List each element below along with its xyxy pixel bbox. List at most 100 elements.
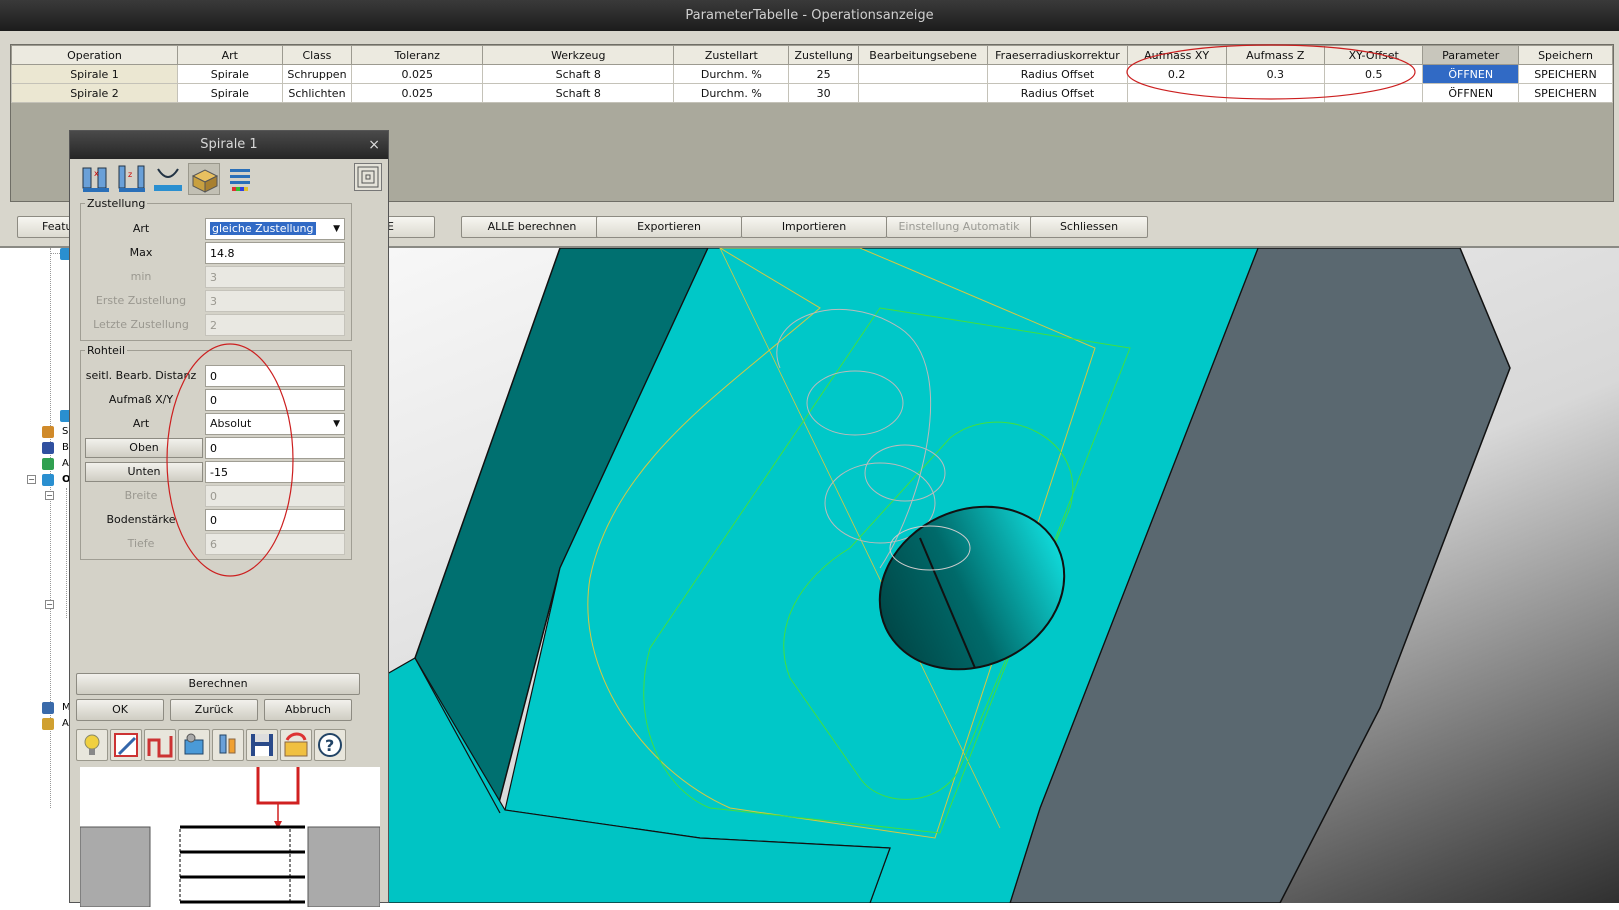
feature-tree[interactable]: S B A − O − − M A [0, 248, 72, 903]
z-step-icon[interactable]: z [116, 163, 148, 195]
tool-library-icon[interactable] [212, 729, 244, 761]
zustellung-art-dropdown[interactable]: gleiche Zustellung ▼ [205, 218, 345, 240]
spiral-preview-icon[interactable] [354, 163, 382, 191]
chevron-down-icon: ▼ [333, 419, 340, 429]
cell-art[interactable]: Spirale [177, 64, 283, 84]
cell-bearbeitungsebene[interactable] [857, 64, 989, 84]
red-annotation-ellipse [1126, 44, 1416, 100]
column-header[interactable]: Operation [11, 45, 178, 65]
max-input[interactable] [205, 242, 345, 264]
tree-item-label: S [62, 426, 69, 437]
importieren-button[interactable]: Importieren [741, 216, 887, 238]
column-header[interactable]: Art [177, 45, 283, 65]
cell-class[interactable]: Schruppen [281, 64, 353, 84]
tree-item-label: B [62, 442, 69, 453]
exportieren-button[interactable]: Exportieren [596, 216, 742, 238]
art-label: Art [132, 222, 150, 235]
help-icon[interactable]: ? [314, 729, 346, 761]
schliessen-button[interactable]: Schliessen [1030, 216, 1148, 238]
open-parameter-button[interactable]: ÖFFNEN [1422, 64, 1520, 84]
edit-icon[interactable] [110, 729, 142, 761]
machine-icon [42, 702, 54, 714]
group-legend: Zustellung [87, 197, 146, 210]
tree-item-label: A [62, 458, 69, 469]
column-header[interactable]: Zustellart [673, 45, 790, 65]
operations-icon [42, 474, 54, 486]
save-parameter-button[interactable]: SPEICHERN [1518, 64, 1613, 84]
cell-operation[interactable]: Spirale 1 [11, 64, 178, 84]
ok-button[interactable]: OK [76, 699, 164, 721]
column-header[interactable]: Parameter [1422, 45, 1520, 65]
column-header[interactable]: Speichern [1518, 45, 1613, 65]
cell-zustellung[interactable]: 30 [788, 83, 859, 103]
document-icon [42, 718, 54, 730]
stock-block-icon[interactable] [188, 163, 220, 195]
cell-fraeserradiuskorrektur[interactable]: Radius Offset [987, 83, 1128, 103]
tree-item-label: A [62, 718, 69, 729]
dropdown-value: gleiche Zustellung [210, 222, 316, 235]
chevron-down-icon: ▼ [333, 224, 340, 234]
berechnen-button[interactable]: Berechnen [76, 673, 360, 695]
max-label: Max [129, 246, 153, 259]
erste-zustellung-input [205, 290, 345, 312]
dialog-titlebar: Spirale 1 × [70, 131, 388, 159]
dialog-icon-bar: ? [76, 729, 366, 763]
min-input [205, 266, 345, 288]
svg-text:?: ? [325, 736, 334, 755]
tree-collapse-toggle[interactable]: − [27, 475, 36, 484]
group-legend: Rohteil [87, 344, 126, 357]
dialog-title: Spirale 1 [200, 137, 258, 152]
column-header[interactable]: Toleranz [351, 45, 484, 65]
zurueck-button[interactable]: Zurück [170, 699, 258, 721]
cell-class[interactable]: Schlichten [281, 83, 353, 103]
cell-toleranz[interactable]: 0.025 [351, 64, 484, 84]
min-label: min [130, 270, 152, 283]
cell-zustellart[interactable]: Durchm. % [673, 64, 790, 84]
cell-werkzeug[interactable]: Schaft 8 [482, 83, 675, 103]
column-header[interactable]: Bearbeitungsebene [857, 45, 989, 65]
column-header[interactable]: Fraeserradiuskorrektur [987, 45, 1128, 65]
open-parameter-button[interactable]: ÖFFNEN [1422, 83, 1520, 103]
tree-collapse-toggle[interactable]: − [45, 491, 54, 500]
abbruch-button[interactable]: Abbruch [264, 699, 352, 721]
einstellung-automatik-button[interactable]: Einstellung Automatik [886, 216, 1032, 238]
erste-zustellung-label: Erste Zustellung [95, 294, 187, 307]
tool-settings-icon[interactable] [178, 729, 210, 761]
window-title: ParameterTabelle - Operationsanzeige [0, 0, 1619, 31]
save-parameter-button[interactable]: SPEICHERN [1518, 83, 1613, 103]
branch-icon [42, 442, 54, 454]
tree-collapse-toggle[interactable]: − [45, 600, 54, 609]
column-header[interactable]: Class [281, 45, 353, 65]
dialog-toolbar: x z [80, 163, 380, 197]
cell-fraeserradiuskorrektur[interactable]: Radius Offset [987, 64, 1128, 84]
spirale-dialog: Spirale 1 × x z Zustellung Art gleiche Z… [69, 130, 389, 908]
save-icon[interactable] [246, 729, 278, 761]
pocket-icon[interactable] [152, 163, 184, 195]
column-header[interactable]: Werkzeug [482, 45, 675, 65]
close-icon[interactable]: × [368, 131, 380, 159]
cell-zustellart[interactable]: Durchm. % [673, 83, 790, 103]
toolpath-link-icon[interactable] [144, 729, 176, 761]
layers-icon [42, 426, 54, 438]
zustellung-group: Zustellung Art gleiche Zustellung ▼ Max m… [80, 197, 352, 341]
step-preview-diagram [79, 767, 381, 908]
open-folder-icon[interactable] [280, 729, 312, 761]
cell-bearbeitungsebene[interactable] [857, 83, 989, 103]
cell-art[interactable]: Spirale [177, 83, 283, 103]
shapes-icon [42, 458, 54, 470]
cell-werkzeug[interactable]: Schaft 8 [482, 64, 675, 84]
letzte-zustellung-label: Letzte Zustellung [93, 318, 189, 331]
red-annotation-ellipse [166, 343, 294, 577]
alle-berechnen-button[interactable]: ALLE berechnen [461, 216, 603, 238]
svg-text:x: x [94, 169, 99, 178]
cell-toleranz[interactable]: 0.025 [351, 83, 484, 103]
cell-operation[interactable]: Spirale 2 [11, 83, 178, 103]
layers-list-icon[interactable] [224, 163, 256, 195]
svg-text:z: z [128, 170, 132, 179]
column-header[interactable]: Zustellung [788, 45, 859, 65]
features-button[interactable]: Featu [17, 216, 73, 238]
xy-step-icon[interactable]: x [80, 163, 112, 195]
lightbulb-icon[interactable] [76, 729, 108, 761]
cell-zustellung[interactable]: 25 [788, 64, 859, 84]
letzte-zustellung-input [205, 314, 345, 336]
